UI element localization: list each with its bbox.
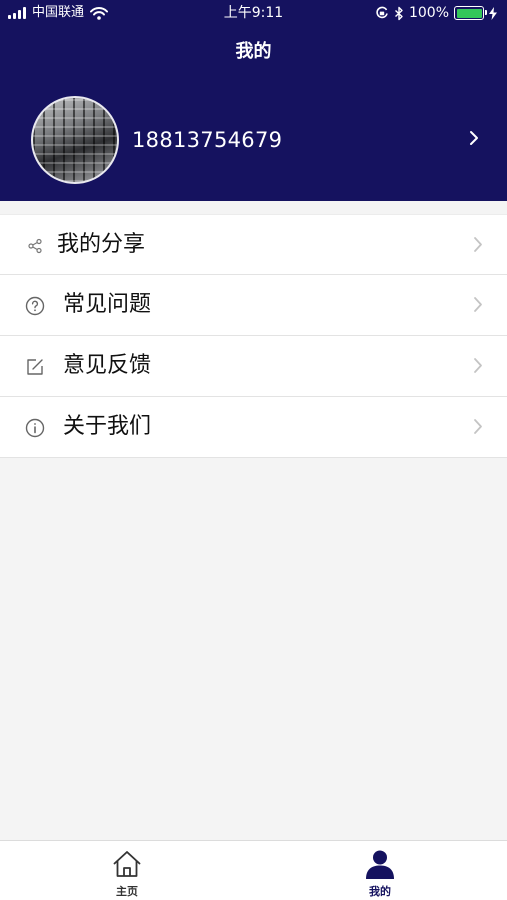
chevron-right-icon [474,419,482,434]
menu-list: 我的分享 常见问题 意见反馈 关于我们 [0,214,507,458]
chevron-right-icon [470,131,478,145]
bluetooth-icon [394,6,403,20]
profile-phone: 18813754679 [132,128,283,152]
app: 中国联通 上午9:11 100% 我的 18813754679 我的分享 常见问… [0,0,507,900]
battery-percent: 100% [408,5,449,21]
tab-mine[interactable]: 我的 [330,841,430,900]
info-icon [24,417,46,439]
tab-bar: 主页 我的 [0,840,507,900]
menu-item-label: 意见反馈 [63,353,152,378]
status-bar: 中国联通 上午9:11 100% [0,0,507,28]
user-icon [366,850,394,879]
menu-item-label: 关于我们 [63,414,152,439]
share-icon [24,235,46,257]
status-right: 100% [375,5,497,21]
tab-home[interactable]: 主页 [77,841,177,900]
page-title: 我的 [235,41,272,62]
edit-icon [24,356,46,378]
chevron-right-icon [474,237,482,252]
tab-label: 我的 [369,885,391,898]
charging-icon [489,6,497,20]
tab-label: 主页 [116,885,138,898]
battery-level [456,8,482,18]
menu-item-label: 我的分享 [57,232,146,257]
chevron-right-icon [474,358,482,373]
menu-item-about[interactable]: 关于我们 [0,397,507,458]
chevron-right-icon [474,297,482,312]
home-icon [113,851,141,877]
orientation-lock-icon [376,6,388,19]
menu-item-faq[interactable]: 常见问题 [0,275,507,336]
menu-item-share[interactable]: 我的分享 [0,214,507,275]
menu-item-feedback[interactable]: 意见反馈 [0,336,507,397]
battery-icon [454,6,487,20]
menu-item-label: 常见问题 [63,292,152,317]
avatar[interactable] [31,96,119,184]
question-icon [24,295,46,317]
profile-row[interactable]: 18813754679 [0,92,507,188]
header: 中国联通 上午9:11 100% 我的 18813754679 [0,0,507,201]
